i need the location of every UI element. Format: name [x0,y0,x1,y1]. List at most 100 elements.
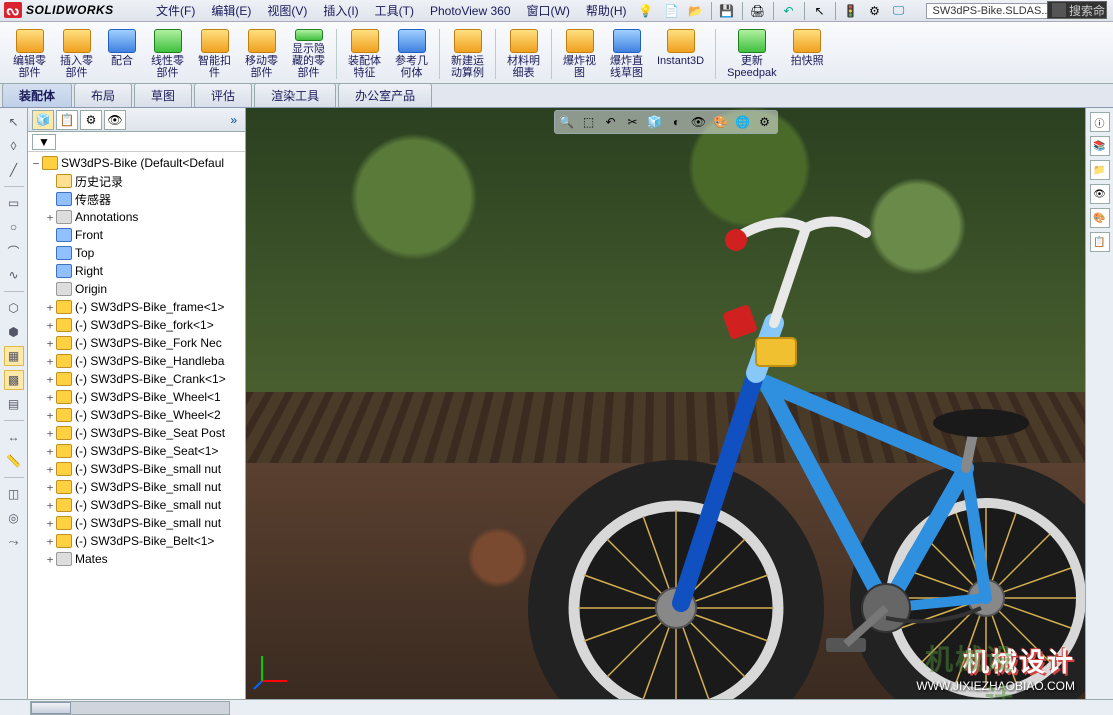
arc-icon[interactable]: ⌒ [4,241,24,261]
taskpane-property-icon[interactable]: 📋 [1090,232,1110,252]
expand-icon[interactable]: + [44,481,56,494]
tree-node[interactable]: +(-) SW3dPS-Bike_Fork Nec [30,334,243,352]
sweep-icon[interactable]: ⤳ [4,532,24,552]
menu-view[interactable]: 视图(V) [261,0,313,21]
screen-icon[interactable]: 🖵 [890,2,908,20]
show-hide-button[interactable]: 显示隐 藏的零 部件 [285,26,332,82]
tree-node[interactable]: 传感器 [30,190,243,208]
menu-file[interactable]: 文件(F) [150,0,201,21]
tree-tab-display[interactable]: 👁 [104,110,126,130]
assembly-feature-button[interactable]: 装配体 特征 [341,26,388,82]
expand-icon[interactable]: + [44,517,56,530]
cursor-icon[interactable]: ↖ [4,112,24,132]
document-name[interactable]: SW3dPS-Bike.SLDAS... [926,3,1058,19]
tree-root[interactable]: −SW3dPS-Bike (Default<Defaul [30,154,243,172]
view-orient-icon[interactable]: 🧊 [645,113,665,131]
tree-node[interactable]: +(-) SW3dPS-Bike_Crank<1> [30,370,243,388]
ref-geometry-button[interactable]: 参考几 何体 [388,26,435,82]
tree-tab-feature[interactable]: 🧊 [32,110,54,130]
spline-icon[interactable]: ∿ [4,265,24,285]
expand-icon[interactable]: + [44,211,56,224]
expand-icon[interactable]: + [44,463,56,476]
expand-icon[interactable]: + [44,553,56,566]
tree-tab-property[interactable]: 📋 [56,110,78,130]
tree-node[interactable]: +(-) SW3dPS-Bike_Seat<1> [30,442,243,460]
expand-icon[interactable]: + [44,337,56,350]
taskpane-explorer-icon[interactable]: 📁 [1090,160,1110,180]
menu-help[interactable]: 帮助(H) [580,0,633,21]
tree-node[interactable]: 历史记录 [30,172,243,190]
measure-icon[interactable]: 📏 [4,451,24,471]
taskpane-view-icon[interactable]: 👁 [1090,184,1110,204]
tab-layout[interactable]: 布局 [74,83,132,107]
tree-node[interactable]: +(-) SW3dPS-Bike_Wheel<2 [30,406,243,424]
smart-fastener-button[interactable]: 智能扣 件 [191,26,238,82]
expand-icon[interactable]: + [44,427,56,440]
expand-icon[interactable]: + [44,301,56,314]
insert-component-button[interactable]: 插入零 部件 [53,26,100,82]
tree-tab-config[interactable]: ⚙ [80,110,102,130]
bom-button[interactable]: 材料明 细表 [500,26,547,82]
expand-icon[interactable]: + [44,319,56,332]
zoom-fit-icon[interactable]: 🔍 [557,113,577,131]
section-icon[interactable]: ✂ [623,113,643,131]
sketch-icon[interactable]: ◊ [4,136,24,156]
appearance-icon[interactable]: 🎨 [711,113,731,131]
expand-icon[interactable]: + [44,391,56,404]
tree-node[interactable]: Top [30,244,243,262]
save-icon[interactable]: 💾 [718,2,736,20]
tree-node[interactable]: +Mates [30,550,243,568]
extrude-icon[interactable]: ◫ [4,484,24,504]
new-icon[interactable]: 📄 [663,2,681,20]
tab-office[interactable]: 办公室产品 [338,83,432,107]
tree-collapse-icon[interactable]: » [230,113,237,127]
tree-node[interactable]: +(-) SW3dPS-Bike_Belt<1> [30,532,243,550]
expand-icon[interactable] [44,283,56,296]
explode-line-button[interactable]: 爆炸直 线草图 [603,26,650,82]
tree-node[interactable]: Right [30,262,243,280]
horizontal-scrollbar[interactable] [0,699,1113,715]
filter-dropdown[interactable]: ▼ [32,134,56,150]
mate-button[interactable]: 配合 [100,26,144,82]
line-icon[interactable]: ╱ [4,160,24,180]
instant3d-button[interactable]: Instant3D [650,26,711,82]
view1-icon[interactable]: ▦ [4,346,24,366]
tree-node[interactable]: +(-) SW3dPS-Bike_Seat Post [30,424,243,442]
edit-component-button[interactable]: 编辑零 部件 [6,26,53,82]
help-icon[interactable]: 💡 [637,2,655,20]
expand-icon[interactable]: + [44,373,56,386]
tree-node[interactable]: +(-) SW3dPS-Bike_small nut [30,514,243,532]
tree-body[interactable]: −SW3dPS-Bike (Default<Defaul 历史记录 传感器+An… [28,152,245,699]
expand-icon[interactable]: + [44,355,56,368]
rect-icon[interactable]: ▭ [4,193,24,213]
menu-insert[interactable]: 插入(I) [317,0,364,21]
assy-icon[interactable]: ⬢ [4,322,24,342]
part-icon[interactable]: ⬡ [4,298,24,318]
menu-tools[interactable]: 工具(T) [369,0,420,21]
expand-icon[interactable]: + [44,409,56,422]
zoom-area-icon[interactable]: ⬚ [579,113,599,131]
options-icon[interactable]: ⚙ [866,2,884,20]
menu-photoview[interactable]: PhotoView 360 [424,2,517,20]
tree-node[interactable]: +(-) SW3dPS-Bike_fork<1> [30,316,243,334]
tab-evaluate[interactable]: 评估 [194,83,252,107]
view2-icon[interactable]: ▩ [4,370,24,390]
expand-icon[interactable] [44,265,56,278]
dim-icon[interactable]: ↔ [4,427,24,447]
expand-icon[interactable] [44,175,56,188]
prev-view-icon[interactable]: ↶ [601,113,621,131]
bike-model[interactable] [426,208,1085,699]
tree-node[interactable]: +(-) SW3dPS-Bike_small nut [30,496,243,514]
circle-icon[interactable]: ○ [4,217,24,237]
expand-icon[interactable] [44,247,56,260]
expand-icon[interactable]: + [44,535,56,548]
tree-node[interactable]: +(-) SW3dPS-Bike_small nut [30,478,243,496]
print-icon[interactable]: 🖨 [749,2,767,20]
revolve-icon[interactable]: ◎ [4,508,24,528]
tree-node[interactable]: +(-) SW3dPS-Bike_frame<1> [30,298,243,316]
rebuild-icon[interactable]: 🚦 [842,2,860,20]
tree-node[interactable]: Origin [30,280,243,298]
tab-assembly[interactable]: 装配体 [2,83,72,107]
select-icon[interactable]: ↖ [811,2,829,20]
expand-icon[interactable]: + [44,445,56,458]
